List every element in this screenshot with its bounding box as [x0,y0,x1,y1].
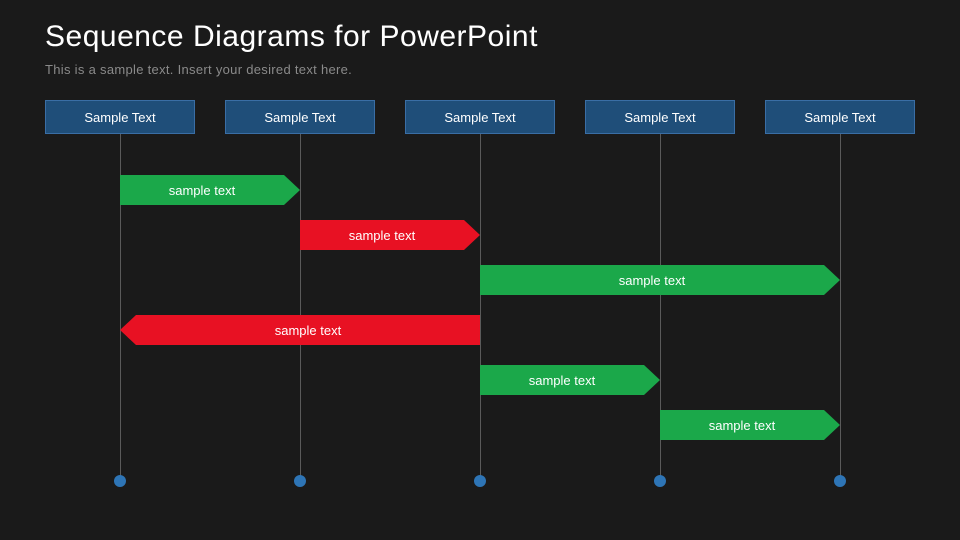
message-arrow: sample text [120,315,480,345]
message-label: sample text [480,365,644,395]
message-label: sample text [300,220,464,250]
lifeline-end-dot-icon [654,475,666,487]
message-label: sample text [120,175,284,205]
sequence-diagram: Sample Text Sample Text Sample Text Sample … [45,100,915,500]
arrowhead-icon [644,365,660,395]
lifeline [300,134,301,480]
message-label: sample text [660,410,824,440]
slide: Sequence Diagrams for PowerPoint This is… [0,0,960,540]
page-subtitle: This is a sample text. Insert your desir… [45,62,352,77]
lifeline-end-dot-icon [114,475,126,487]
arrowhead-icon [284,175,300,205]
message-arrow: sample text [480,265,840,295]
lifeline-end-dot-icon [294,475,306,487]
lane-header: Sample Text [405,100,555,134]
message-label: sample text [480,265,824,295]
lifeline-end-dot-icon [474,475,486,487]
message-arrow: sample text [660,410,840,440]
lane-header: Sample Text [45,100,195,134]
lane-header: Sample Text [585,100,735,134]
message-arrow: sample text [480,365,660,395]
arrowhead-icon [120,315,136,345]
arrowhead-icon [464,220,480,250]
message-label: sample text [136,315,480,345]
arrowhead-icon [824,410,840,440]
lifeline-end-dot-icon [834,475,846,487]
arrowhead-icon [824,265,840,295]
lifeline [840,134,841,480]
lane-header: Sample Text [225,100,375,134]
message-arrow: sample text [120,175,300,205]
lifeline [480,134,481,480]
message-arrow: sample text [300,220,480,250]
lane-header: Sample Text [765,100,915,134]
page-title: Sequence Diagrams for PowerPoint [45,20,538,54]
